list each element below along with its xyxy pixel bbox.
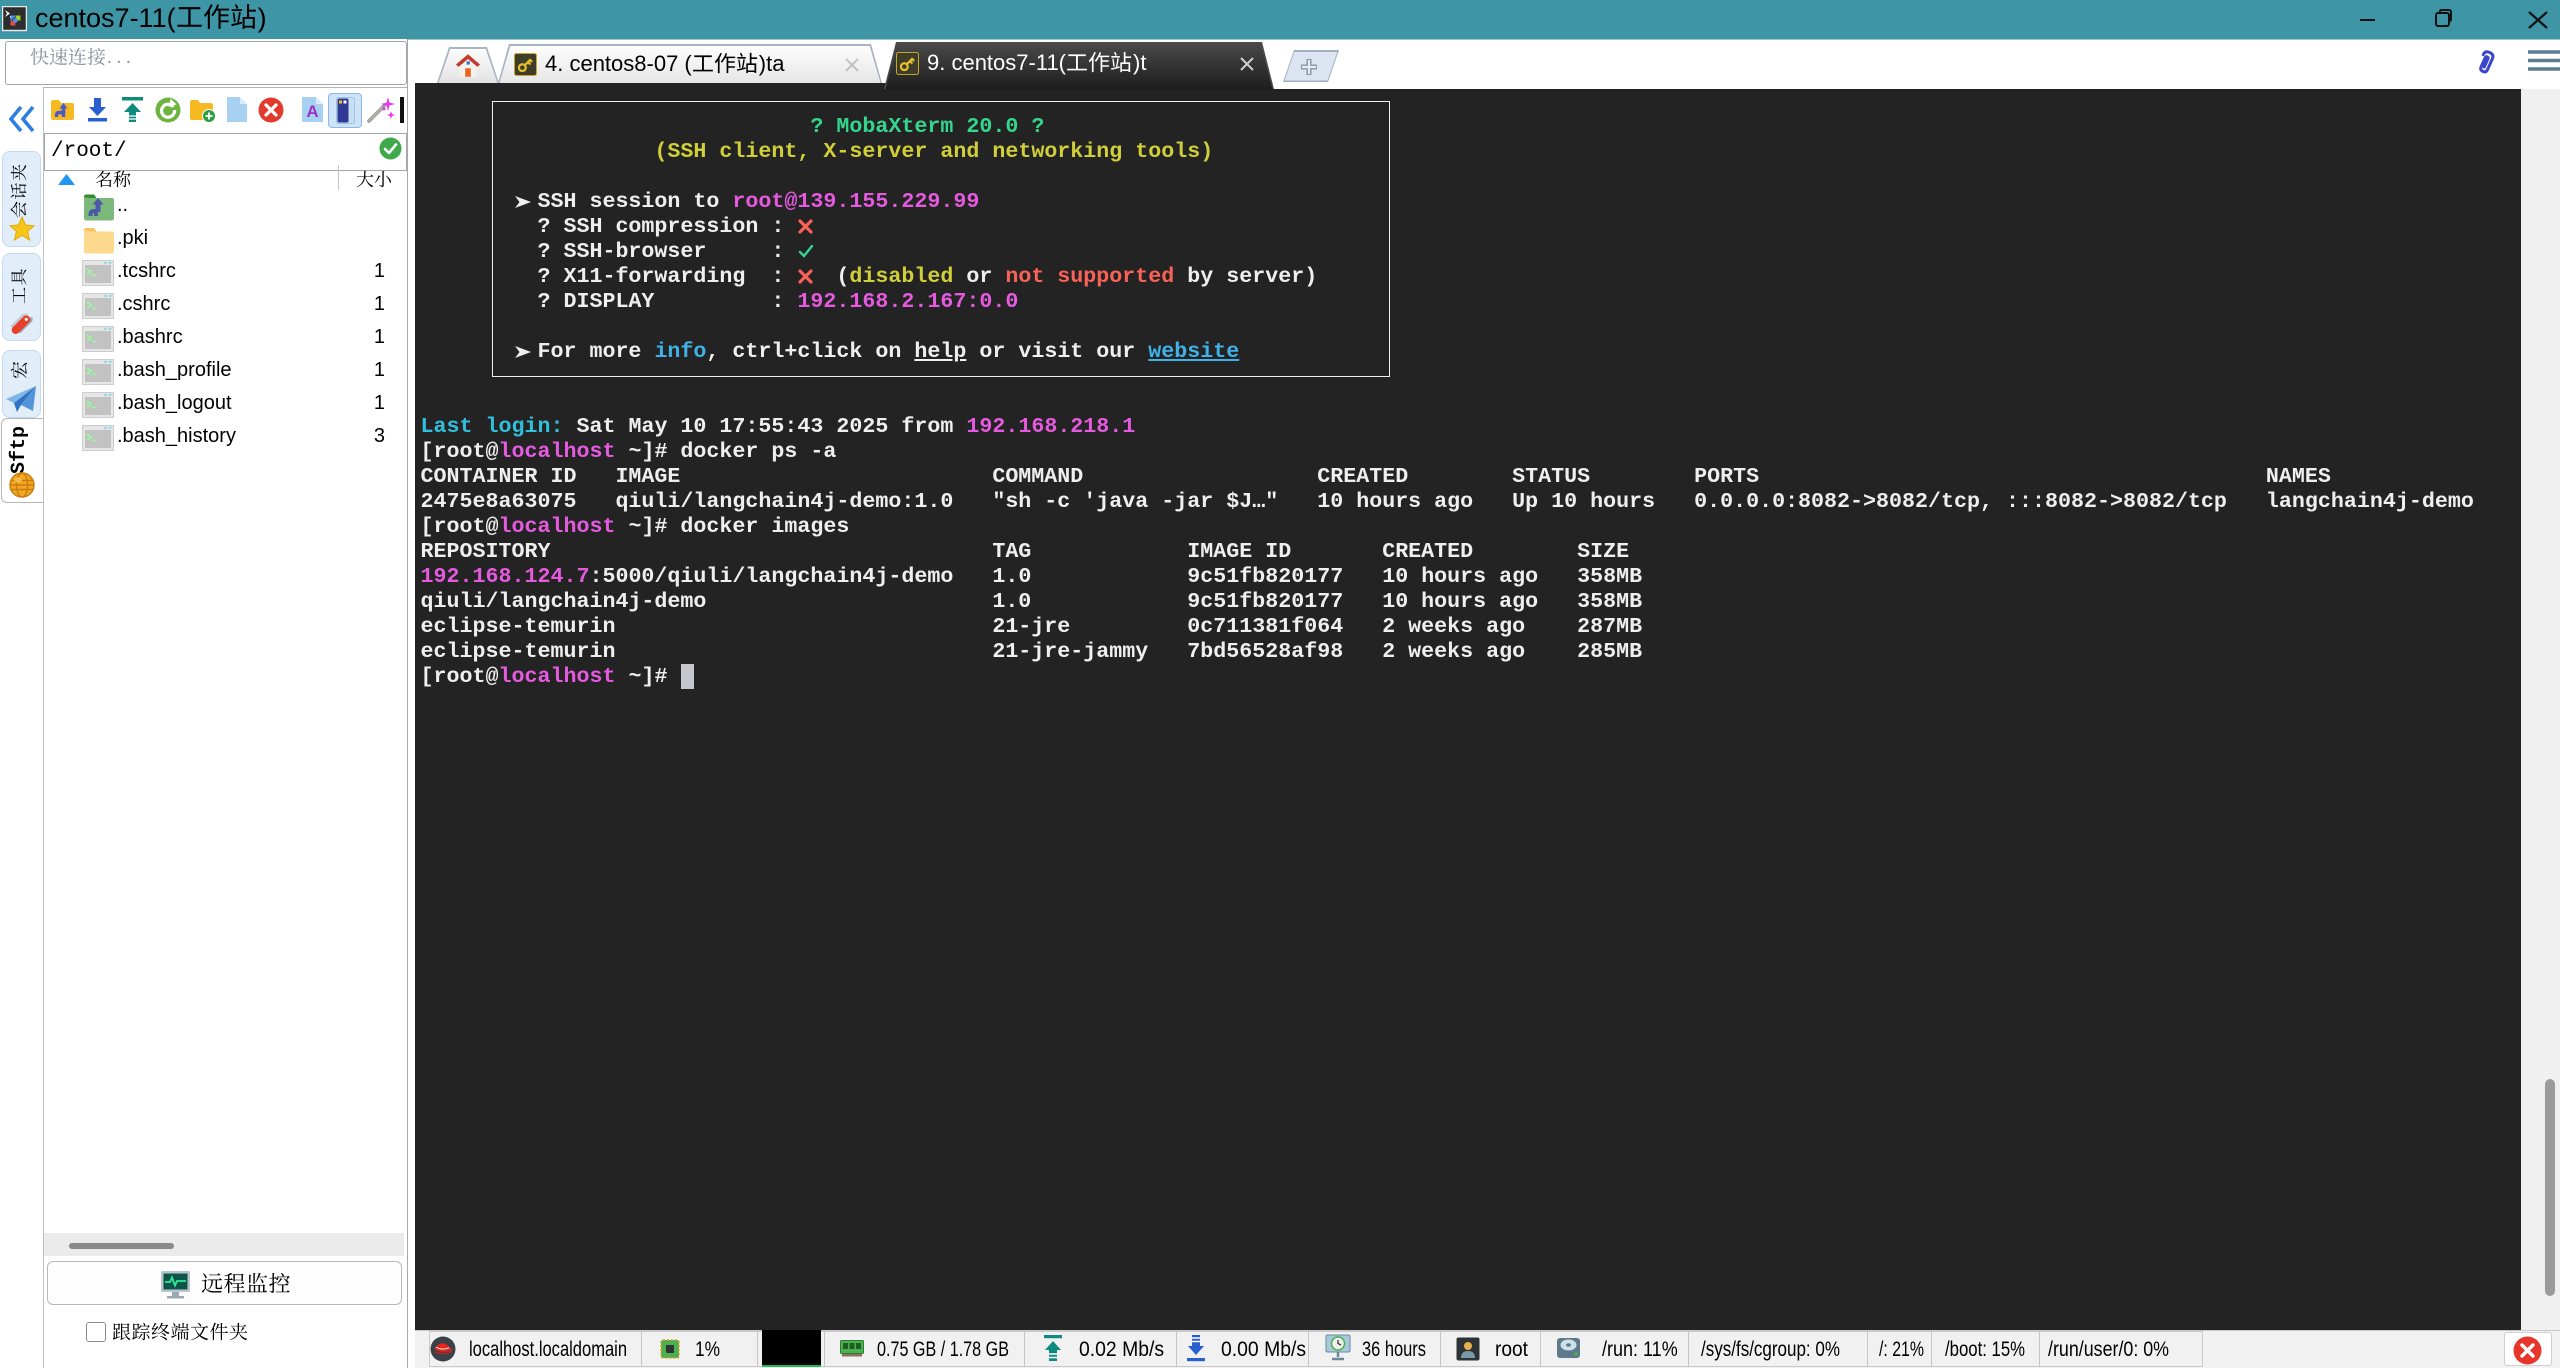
svg-text:A: A <box>306 102 318 121</box>
